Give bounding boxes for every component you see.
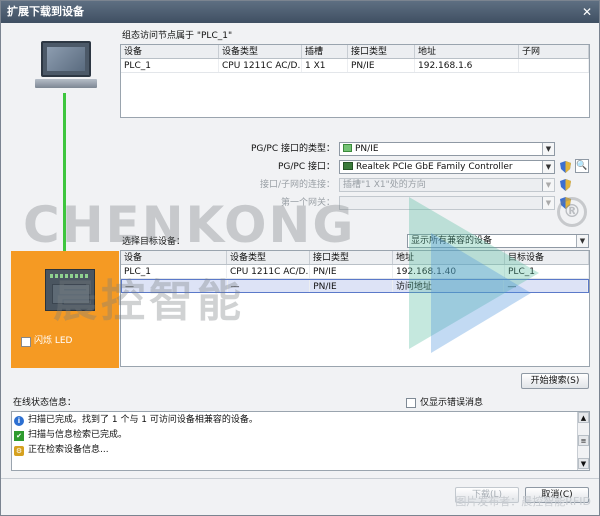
status-text: 正在检索设备信息... [28,445,109,455]
title-bar: 扩展下载到设备 ✕ [1,1,599,23]
col-address[interactable]: 地址 [415,45,519,58]
network-card-icon [343,162,353,170]
subnet-connection-label: 接口/子网的连接： [259,180,335,190]
shield-icon[interactable] [560,161,571,173]
network-icon [343,144,352,152]
diagnostics-button[interactable]: 🔍 [575,159,589,173]
info-icon: i [14,416,24,426]
pg-pc-icon [35,41,97,91]
col-interface-type[interactable]: 接口类型 [348,45,415,58]
pgpc-interface-select[interactable]: Realtek PCIe GbE Family Controller ▼ [339,160,555,174]
check-icon: ✔ [14,431,24,441]
subnet-connection-select[interactable]: 插槽"1 X1"处的方向 ▼ [339,178,555,192]
chevron-down-icon[interactable]: ▼ [542,143,554,155]
chevron-down-icon[interactable]: ▼ [542,197,554,209]
cell-device: PLC_1 [121,59,219,72]
col-subnet[interactable]: 子网 [519,45,589,58]
cell-interface-type: PN/IE [310,280,393,292]
window-title: 扩展下载到设备 [7,5,84,18]
scroll-down-icon[interactable]: ▼ [578,458,589,469]
scroll-up-icon[interactable]: ▲ [578,412,589,423]
status-line: ⚙ 正在检索设备信息... [14,444,109,457]
col-device[interactable]: 设备 [121,251,227,264]
cell-slot: 1 X1 [302,59,348,72]
registered-mark: ® [557,197,587,227]
col-interface-type[interactable]: 接口类型 [310,251,393,264]
image-credit: 图片发布者：晨控智能RFID [455,495,591,508]
download-dialog: 扩展下载到设备 ✕ 闪烁 LED 组态访问节点属于 "PLC_1" 设备 设备类… [0,0,600,516]
watermark-arrow-shape [431,233,531,353]
busy-icon: ⚙ [14,446,24,456]
connection-line [63,93,66,269]
cell-subnet [519,59,589,72]
target-node-caption: 组态访问节点属于 "PLC_1" [122,31,233,41]
chevron-down-icon[interactable]: ▼ [542,161,554,173]
status-scrollbar[interactable]: ▲ ≡ ▼ [577,412,589,470]
status-text: 扫描与信息检索已完成。 [28,430,128,440]
first-gateway-label: 第一个网关： [280,198,335,208]
chevron-down-icon[interactable]: ▼ [542,179,554,191]
subnet-connection-value: 插槽"1 X1"处的方向 [343,180,426,190]
flash-led-checkbox[interactable] [21,337,31,347]
scroll-thumb[interactable]: ≡ [578,435,589,446]
status-line: i 扫描已完成。找到了 1 个与 1 可访问设备相兼容的设备。 [14,414,258,427]
only-errors-label: 仅显示错误消息 [420,398,484,408]
only-errors-checkbox[interactable] [406,398,416,408]
pgpc-type-select[interactable]: PN/IE ▼ [339,142,555,156]
status-log: i 扫描已完成。找到了 1 个与 1 可访问设备相兼容的设备。 ✔ 扫描与信息检索已… [11,411,590,471]
cell-interface-type: PN/IE [348,59,415,72]
cell-device: PLC_1 [121,265,227,278]
plc-device-icon [45,269,95,311]
chevron-down-icon[interactable]: ▼ [576,235,588,247]
close-icon[interactable]: ✕ [579,4,595,20]
cell-device: — [122,280,228,292]
online-status-label: 在线状态信息： [13,398,77,408]
target-node-table: 设备 设备类型 插槽 接口类型 地址 子网 PLC_1 CPU 1211C AC… [120,44,590,118]
cell-device-type: CPU 1211C AC/D... [227,265,310,278]
pc-screen-shape [41,41,91,77]
status-line: ✔ 扫描与信息检索已完成。 [14,429,127,442]
pgpc-interface-label: PG/PC 接口： [277,162,335,172]
select-target-label: 选择目标设备： [122,237,186,247]
pgpc-interface-value: Realtek PCIe GbE Family Controller [356,162,513,172]
status-text: 扫描已完成。找到了 1 个与 1 可访问设备相兼容的设备。 [28,415,258,425]
start-search-button[interactable]: 开始搜索(S) [521,373,589,389]
table-row[interactable]: PLC_1 CPU 1211C AC/D... 1 X1 PN/IE 192.1… [121,59,589,73]
footer-divider [1,478,599,479]
table-header: 设备 设备类型 插槽 接口类型 地址 子网 [121,45,589,59]
col-device[interactable]: 设备 [121,45,219,58]
cell-address: 192.168.1.6 [415,59,519,72]
flash-led-label: 闪烁 LED [34,336,73,346]
cell-interface-type: PN/IE [310,265,393,278]
col-slot[interactable]: 插槽 [302,45,348,58]
pgpc-type-value: PN/IE [355,144,379,154]
cell-device-type: CPU 1211C AC/D... [219,59,302,72]
pc-base-shape [35,79,97,88]
cell-device-type: — [228,280,311,292]
col-device-type[interactable]: 设备类型 [219,45,302,58]
pgpc-type-label: PG/PC 接口的类型： [250,144,335,154]
shield-icon[interactable] [560,179,571,191]
col-device-type[interactable]: 设备类型 [227,251,310,264]
